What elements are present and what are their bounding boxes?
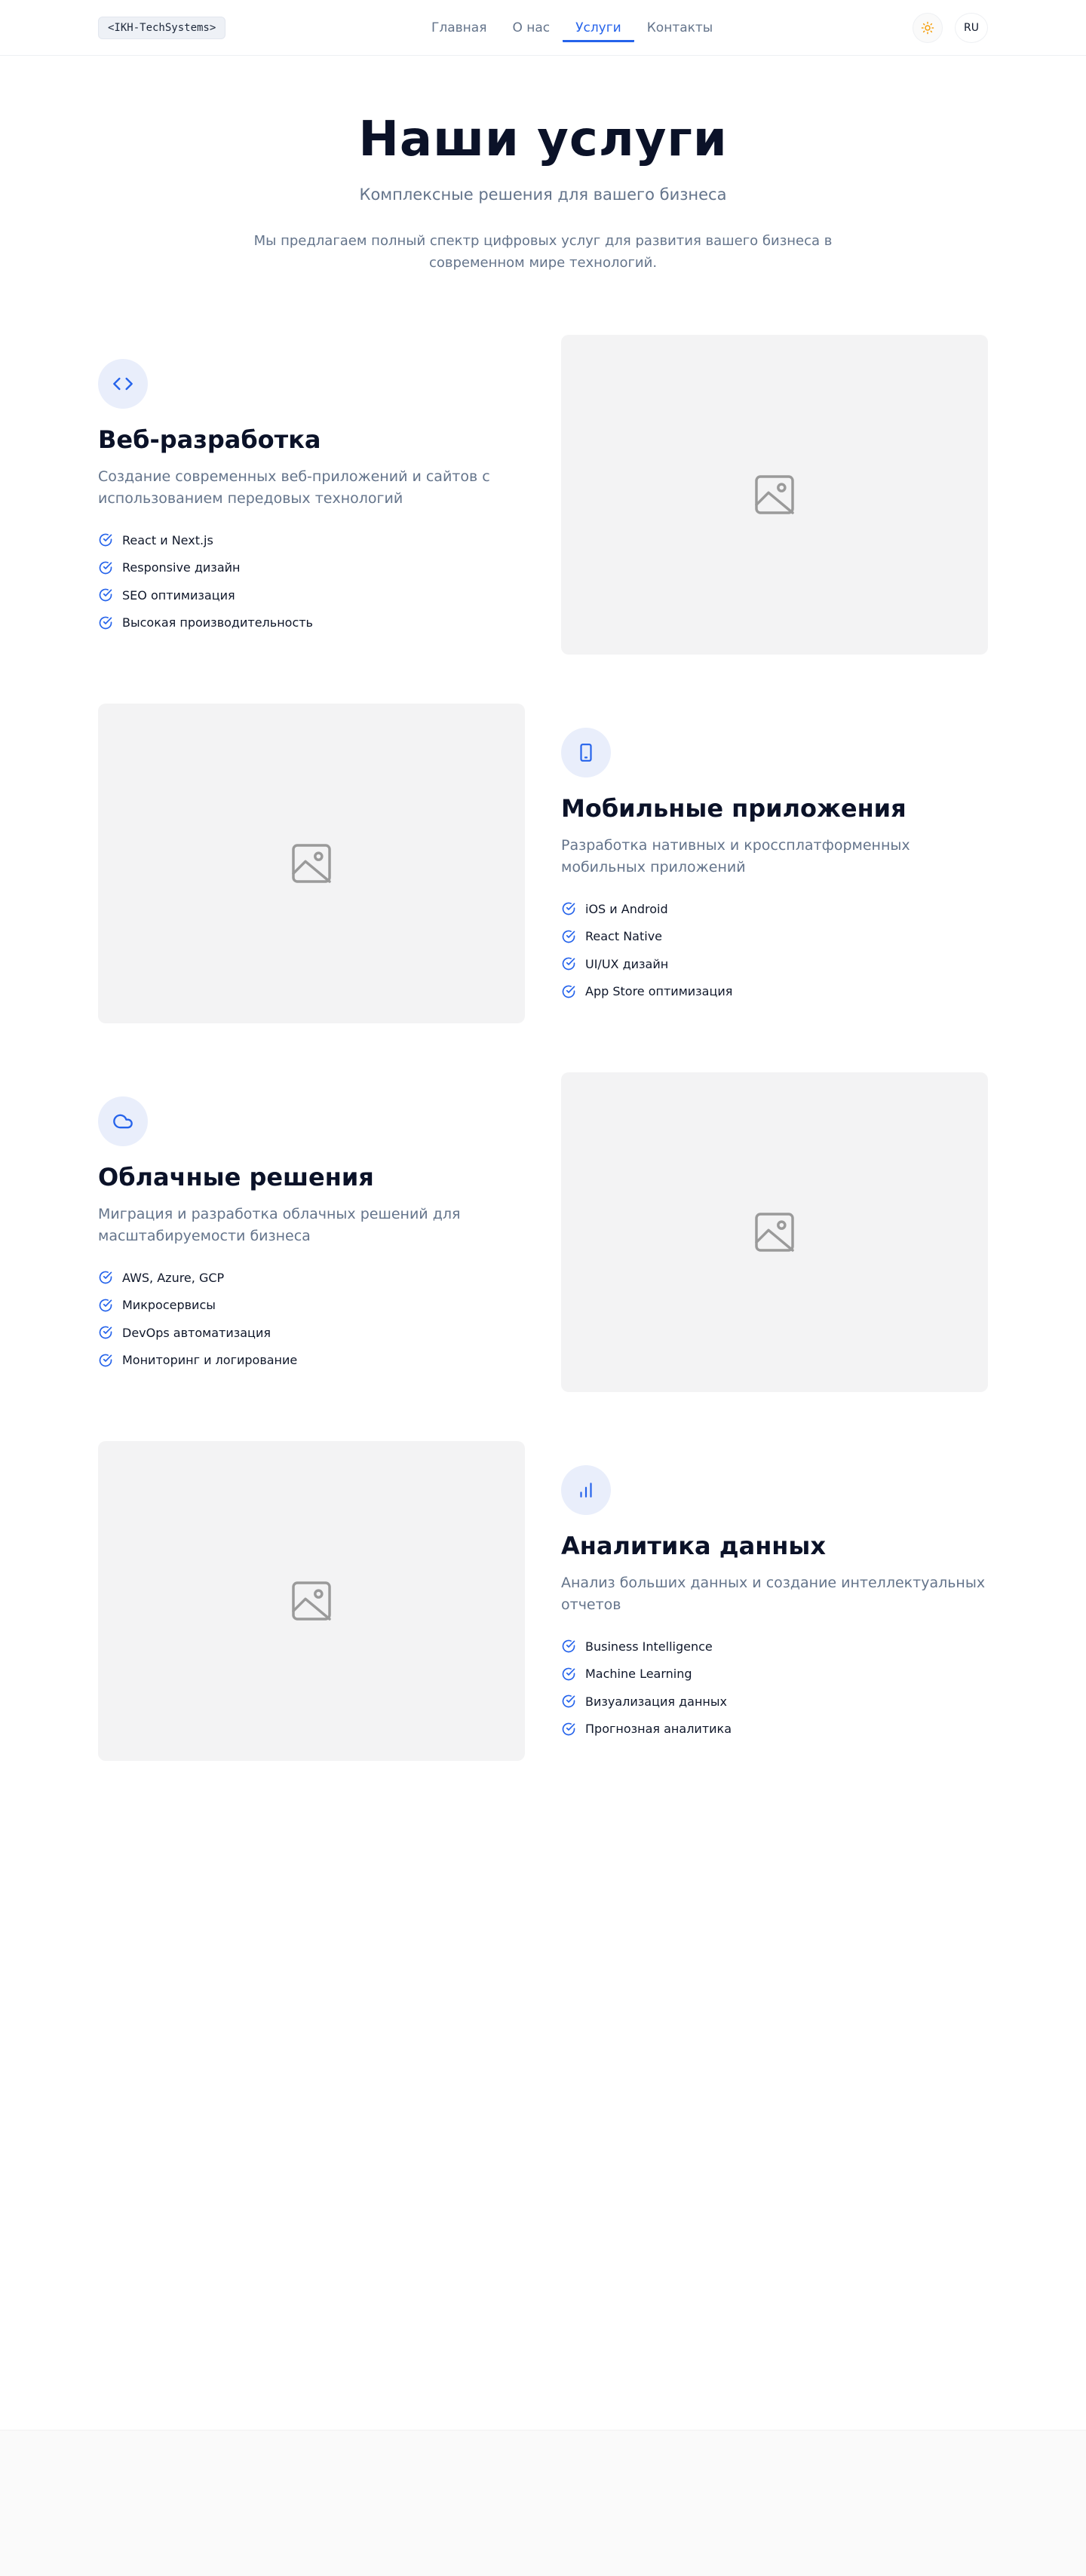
- feature-label: UI/UX дизайн: [585, 956, 669, 971]
- feature-label: Business Intelligence: [585, 1639, 713, 1654]
- page-description: Мы предлагаем полный спектр цифровых усл…: [253, 233, 833, 271]
- feature-label: SEO оптимизация: [122, 587, 235, 603]
- check-circle-icon: [99, 616, 112, 630]
- service-text: Мобильные приложения Разработка нативных…: [561, 704, 988, 1023]
- check-circle-icon: [99, 1299, 112, 1312]
- check-circle-icon: [562, 1639, 575, 1653]
- service-image-placeholder: [98, 1441, 525, 1761]
- bar-chart-icon: [580, 1483, 592, 1498]
- check-circle-icon: [99, 1354, 112, 1367]
- service-image-placeholder: [561, 335, 988, 655]
- feature-item: DevOps автоматизация: [98, 1319, 297, 1347]
- service-cloud-solutions: Облачные решения Миграция и разработка о…: [98, 1072, 988, 1392]
- check-circle-icon: [99, 1326, 112, 1339]
- feature-label: Responsive дизайн: [122, 560, 241, 575]
- service-title: Аналитика данных: [561, 1532, 826, 1560]
- sun-icon: [921, 21, 934, 35]
- service-title: Мобильные приложения: [561, 794, 907, 823]
- feature-label: React и Next.js: [122, 532, 213, 547]
- check-circle-icon: [562, 985, 575, 998]
- feature-item: Визуализация данных: [561, 1688, 732, 1716]
- feature-item: Мониторинг и логирование: [98, 1347, 297, 1375]
- feature-item: Responsive дизайн: [98, 554, 313, 582]
- service-image-placeholder: [561, 1072, 988, 1392]
- service-description: Миграция и разработка облачных решений д…: [98, 1206, 461, 1244]
- feature-item: React Native: [561, 923, 732, 951]
- feature-label: Высокая производительность: [122, 615, 313, 630]
- feature-item: React и Next.js: [98, 526, 313, 554]
- image-placeholder-icon: [292, 844, 331, 883]
- feature-label: Мониторинг и логирование: [122, 1353, 298, 1368]
- service-description: Анализ больших данных и создание интелле…: [561, 1575, 986, 1613]
- image-placeholder-icon: [292, 1581, 331, 1621]
- feature-label: Визуализация данных: [585, 1694, 727, 1709]
- feature-list: React и Next.js Responsive дизайн SEO оп…: [98, 526, 313, 636]
- smartphone-icon: [580, 744, 592, 762]
- feature-label: iOS и Android: [585, 901, 668, 916]
- check-circle-icon: [562, 957, 575, 971]
- check-circle-icon: [99, 1271, 112, 1284]
- page-subtitle: Комплексные решения для вашего бизнеса: [359, 186, 727, 204]
- service-data-analytics: Аналитика данных Анализ больших данных и…: [98, 1441, 988, 1761]
- check-circle-icon: [562, 1722, 575, 1736]
- service-web-development: Веб-разработка Создание современных веб-…: [98, 335, 988, 655]
- feature-label: React Native: [585, 929, 663, 944]
- check-circle-icon: [99, 588, 112, 602]
- feature-item: Machine Learning: [561, 1661, 732, 1688]
- language-button[interactable]: RU: [955, 13, 988, 43]
- feature-label: Machine Learning: [585, 1667, 692, 1682]
- service-description: Разработка нативных и кроссплатформенных…: [561, 837, 910, 876]
- feature-item: Прогнозная аналитика: [561, 1716, 732, 1743]
- feature-list: iOS и Android React Native UI/UX дизайн …: [561, 895, 732, 1005]
- feature-item: iOS и Android: [561, 895, 732, 923]
- feature-item: SEO оптимизация: [98, 581, 313, 609]
- service-icon-wrap: [561, 728, 611, 777]
- feature-label: DevOps автоматизация: [122, 1325, 271, 1340]
- feature-list: AWS, Azure, GCP Микросервисы DevOps авто…: [98, 1264, 297, 1374]
- logo[interactable]: <IKH-TechSystems>: [98, 17, 226, 39]
- check-circle-icon: [99, 561, 112, 575]
- feature-label: AWS, Azure, GCP: [122, 1270, 225, 1285]
- footer: [0, 2430, 1086, 2576]
- service-image-placeholder: [98, 704, 525, 1023]
- check-circle-icon: [99, 533, 112, 547]
- feature-item: Высокая производительность: [98, 609, 313, 637]
- feature-label: App Store оптимизация: [585, 984, 733, 999]
- check-circle-icon: [562, 1667, 575, 1681]
- nav-contacts[interactable]: Контакты: [634, 15, 726, 42]
- feature-item: UI/UX дизайн: [561, 950, 732, 978]
- image-placeholder-icon: [755, 475, 794, 514]
- feature-item: AWS, Azure, GCP: [98, 1264, 297, 1292]
- service-icon-wrap: [98, 359, 148, 409]
- feature-item: Микросервисы: [98, 1292, 297, 1320]
- cloud-icon: [113, 1114, 133, 1129]
- service-text: Веб-разработка Создание современных веб-…: [98, 335, 525, 655]
- feature-item: Business Intelligence: [561, 1633, 732, 1661]
- code-icon: [113, 377, 133, 391]
- nav-home[interactable]: Главная: [419, 15, 499, 42]
- page-title: Наши услуги: [358, 112, 728, 167]
- service-icon-wrap: [561, 1465, 611, 1515]
- nav-services[interactable]: Услуги: [563, 15, 634, 42]
- theme-toggle-button[interactable]: [913, 13, 943, 43]
- check-circle-icon: [562, 902, 575, 915]
- feature-list: Business Intelligence Machine Learning В…: [561, 1633, 732, 1743]
- service-text: Аналитика данных Анализ больших данных и…: [561, 1441, 988, 1761]
- image-placeholder-icon: [755, 1213, 794, 1252]
- service-title: Облачные решения: [98, 1163, 374, 1191]
- service-mobile-apps: Мобильные приложения Разработка нативных…: [98, 704, 988, 1023]
- feature-label: Прогнозная аналитика: [585, 1722, 732, 1737]
- feature-item: App Store оптимизация: [561, 978, 732, 1006]
- nav-about[interactable]: О нас: [499, 15, 563, 42]
- check-circle-icon: [562, 1694, 575, 1708]
- service-title: Веб-разработка: [98, 425, 321, 454]
- check-circle-icon: [562, 930, 575, 943]
- service-description: Создание современных веб-приложений и са…: [98, 468, 490, 507]
- feature-label: Микросервисы: [122, 1298, 216, 1313]
- service-icon-wrap: [98, 1096, 148, 1146]
- main-nav: Главная О нас Услуги Контакты: [419, 15, 726, 45]
- site-header: <IKH-TechSystems> Главная О нас Услуги К…: [0, 0, 1086, 56]
- service-text: Облачные решения Миграция и разработка о…: [98, 1072, 525, 1392]
